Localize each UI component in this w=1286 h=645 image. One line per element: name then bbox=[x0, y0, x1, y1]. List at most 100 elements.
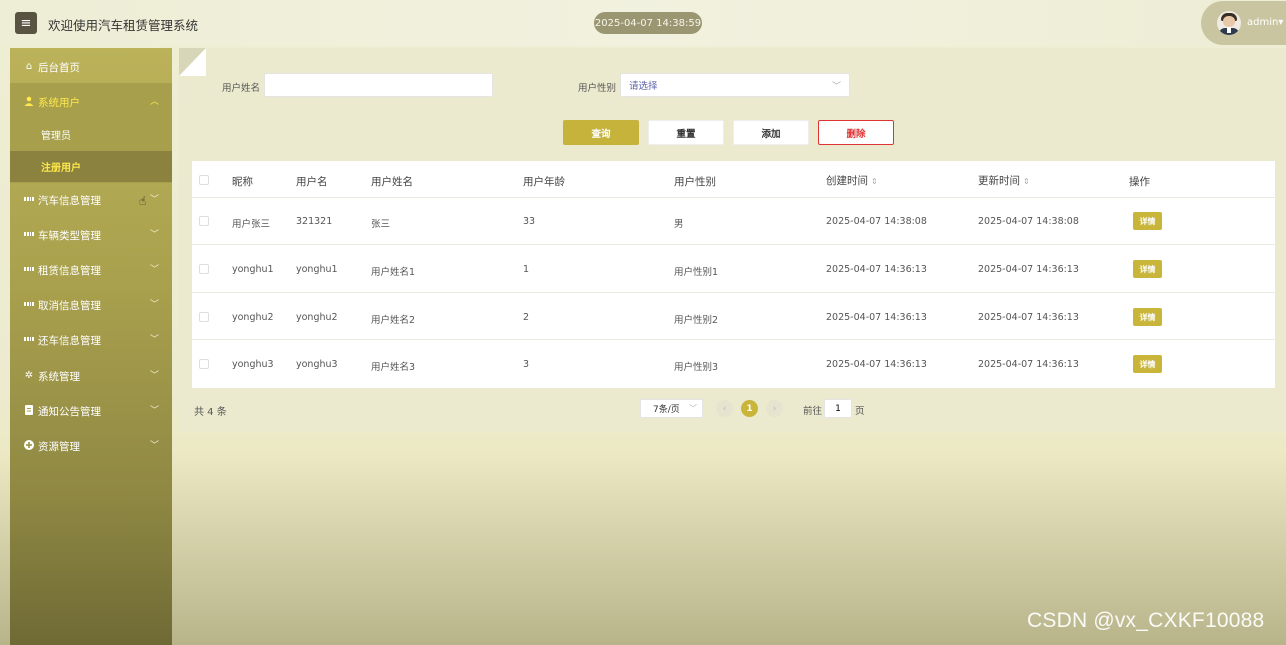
detail-button[interactable]: 详情 bbox=[1133, 260, 1162, 278]
page-number-current[interactable]: 1 bbox=[741, 400, 758, 417]
grid-icon bbox=[24, 334, 34, 344]
sidebar-item-car-info[interactable]: 汽车信息管理 ﹀ bbox=[10, 182, 172, 217]
grid-icon bbox=[24, 299, 34, 309]
sidebar-item-home[interactable]: ⌂ 后台首页 bbox=[10, 49, 172, 84]
cell-gender: 男 bbox=[674, 219, 684, 230]
column-actions: 操作 bbox=[1129, 176, 1150, 188]
goto-prefix: 前往 bbox=[803, 406, 823, 417]
chevron-down-icon: ﹀ bbox=[150, 406, 160, 416]
column-created[interactable]: 创建时间 ⇕ bbox=[826, 173, 878, 188]
cell-username: yonghu1 bbox=[296, 264, 338, 275]
chevron-down-icon: ﹀ bbox=[831, 82, 841, 92]
sidebar-item-rental-info[interactable]: 租赁信息管理 ﹀ bbox=[10, 252, 172, 287]
sidebar-item-system-users[interactable]: 系统用户 ︿ bbox=[10, 84, 172, 119]
plus-circle-icon bbox=[24, 440, 34, 450]
page-size-value: 7条/页 bbox=[653, 405, 680, 415]
row-checkbox[interactable] bbox=[199, 264, 209, 274]
cell-updated: 2025-04-07 14:38:08 bbox=[978, 216, 1079, 227]
cell-nickname: yonghu1 bbox=[232, 264, 274, 275]
sidebar-item-system-management[interactable]: ✲ 系统管理 ﹀ bbox=[10, 358, 172, 393]
sidebar-item-cancel-info[interactable]: 取消信息管理 ﹀ bbox=[10, 287, 172, 322]
cell-created: 2025-04-07 14:36:13 bbox=[826, 264, 927, 275]
row-checkbox[interactable] bbox=[199, 359, 209, 369]
avatar bbox=[1217, 11, 1241, 35]
column-realname: 用户姓名 bbox=[371, 176, 413, 188]
cell-gender: 用户性别3 bbox=[674, 362, 719, 373]
cell-age: 2 bbox=[523, 312, 530, 323]
table-row: yonghu3 yonghu3 用户姓名3 3 用户性别3 2025-04-07… bbox=[192, 340, 1275, 388]
sidebar-item-resources[interactable]: 资源管理 ﹀ bbox=[10, 428, 172, 463]
reset-button[interactable]: 重置 bbox=[648, 120, 724, 145]
grid-icon bbox=[24, 194, 34, 204]
cell-age: 33 bbox=[523, 216, 536, 227]
column-username: 用户名 bbox=[296, 176, 328, 188]
detail-button[interactable]: 详情 bbox=[1133, 308, 1162, 326]
cell-age: 1 bbox=[523, 264, 530, 275]
cell-username: yonghu3 bbox=[296, 359, 338, 370]
chevron-down-icon: ﹀ bbox=[150, 300, 160, 310]
user-icon bbox=[24, 96, 34, 106]
document-icon bbox=[24, 405, 34, 415]
page-size-select[interactable]: 7条/页 ﹀ bbox=[640, 399, 703, 418]
gender-search-label: 用户性别 bbox=[578, 83, 617, 94]
user-menu[interactable]: admin▾ bbox=[1201, 1, 1286, 45]
cell-nickname: yonghu2 bbox=[232, 312, 274, 323]
gender-select[interactable]: 请选择 ﹀ bbox=[620, 73, 850, 97]
chevron-down-icon: ﹀ bbox=[689, 404, 697, 413]
home-icon: ⌂ bbox=[25, 60, 33, 72]
cell-updated: 2025-04-07 14:36:13 bbox=[978, 359, 1079, 370]
prev-page-button[interactable]: ‹ bbox=[716, 400, 733, 417]
sidebar: ⌂ 后台首页 系统用户 ︿ 管理员 注册用户 汽车信息管理 ﹀ 车辆类型管理 ﹀… bbox=[10, 48, 172, 645]
delete-button[interactable]: 删除 bbox=[818, 120, 894, 145]
cell-created: 2025-04-07 14:38:08 bbox=[826, 216, 927, 227]
table-header: 昵称 用户名 用户姓名 用户年龄 用户性别 创建时间 ⇕ 更新时间 ⇕ 操作 bbox=[192, 161, 1275, 198]
cell-created: 2025-04-07 14:36:13 bbox=[826, 312, 927, 323]
goto-page-input[interactable] bbox=[824, 399, 852, 418]
cell-realname: 用户姓名1 bbox=[371, 267, 416, 278]
main-content: 用户姓名 用户性别 请选择 ﹀ 查询 重置 添加 删除 昵称 用户名 用户姓名 … bbox=[179, 48, 1286, 432]
cell-nickname: yonghu3 bbox=[232, 359, 274, 370]
chevron-down-icon: ﹀ bbox=[150, 230, 160, 240]
cell-realname: 张三 bbox=[371, 219, 391, 230]
cell-username: 321321 bbox=[296, 216, 333, 227]
sidebar-subitem-registered-users[interactable]: 注册用户 bbox=[10, 151, 172, 182]
cell-nickname: 用户张三 bbox=[232, 219, 271, 230]
sort-icon: ⇕ bbox=[871, 177, 878, 186]
detail-button[interactable]: 详情 bbox=[1133, 212, 1162, 230]
cell-updated: 2025-04-07 14:36:13 bbox=[978, 264, 1079, 275]
detail-button[interactable]: 详情 bbox=[1133, 355, 1162, 373]
gender-select-placeholder: 请选择 bbox=[629, 81, 658, 92]
users-table: 昵称 用户名 用户姓名 用户年龄 用户性别 创建时间 ⇕ 更新时间 ⇕ 操作 用户张… bbox=[192, 161, 1275, 388]
table-row: yonghu1 yonghu1 用户姓名1 1 用户性别1 2025-04-07… bbox=[192, 245, 1275, 293]
sidebar-subitem-admin[interactable]: 管理员 bbox=[10, 119, 172, 150]
query-button[interactable]: 查询 bbox=[563, 120, 639, 145]
row-checkbox[interactable] bbox=[199, 216, 209, 226]
sidebar-item-notice[interactable]: 通知公告管理 ﹀ bbox=[10, 393, 172, 428]
add-button[interactable]: 添加 bbox=[733, 120, 809, 145]
name-search-input[interactable] bbox=[264, 73, 493, 97]
grid-icon bbox=[24, 264, 34, 274]
cell-age: 3 bbox=[523, 359, 530, 370]
top-header: ≡ 欢迎使用汽车租赁管理系统 2025-04-07 14:38:59 admin… bbox=[0, 0, 1286, 46]
sidebar-item-vehicle-type[interactable]: 车辆类型管理 ﹀ bbox=[10, 217, 172, 252]
row-checkbox[interactable] bbox=[199, 312, 209, 322]
pagination-total: 共 4 条 bbox=[194, 407, 227, 418]
column-nickname: 昵称 bbox=[232, 176, 253, 188]
sidebar-item-return-info[interactable]: 还车信息管理 ﹀ bbox=[10, 322, 172, 357]
settings-icon: ✲ bbox=[24, 369, 34, 381]
next-page-button[interactable]: › bbox=[766, 400, 783, 417]
table-row: 用户张三 321321 张三 33 男 2025-04-07 14:38:08 … bbox=[192, 198, 1275, 245]
column-gender: 用户性别 bbox=[674, 176, 716, 188]
cell-realname: 用户姓名2 bbox=[371, 315, 416, 326]
chevron-down-icon: ﹀ bbox=[150, 441, 160, 451]
cell-created: 2025-04-07 14:36:13 bbox=[826, 359, 927, 370]
select-all-checkbox[interactable] bbox=[199, 175, 209, 185]
cell-realname: 用户姓名3 bbox=[371, 362, 416, 373]
sort-icon: ⇕ bbox=[1023, 177, 1030, 186]
chevron-up-icon: ︿ bbox=[150, 97, 160, 107]
column-updated[interactable]: 更新时间 ⇕ bbox=[978, 173, 1030, 188]
chevron-down-icon: ﹀ bbox=[150, 335, 160, 345]
watermark: CSDN @vx_CXKF10088 bbox=[1027, 609, 1265, 632]
grid-icon bbox=[24, 229, 34, 239]
hamburger-icon[interactable]: ≡ bbox=[15, 12, 37, 34]
